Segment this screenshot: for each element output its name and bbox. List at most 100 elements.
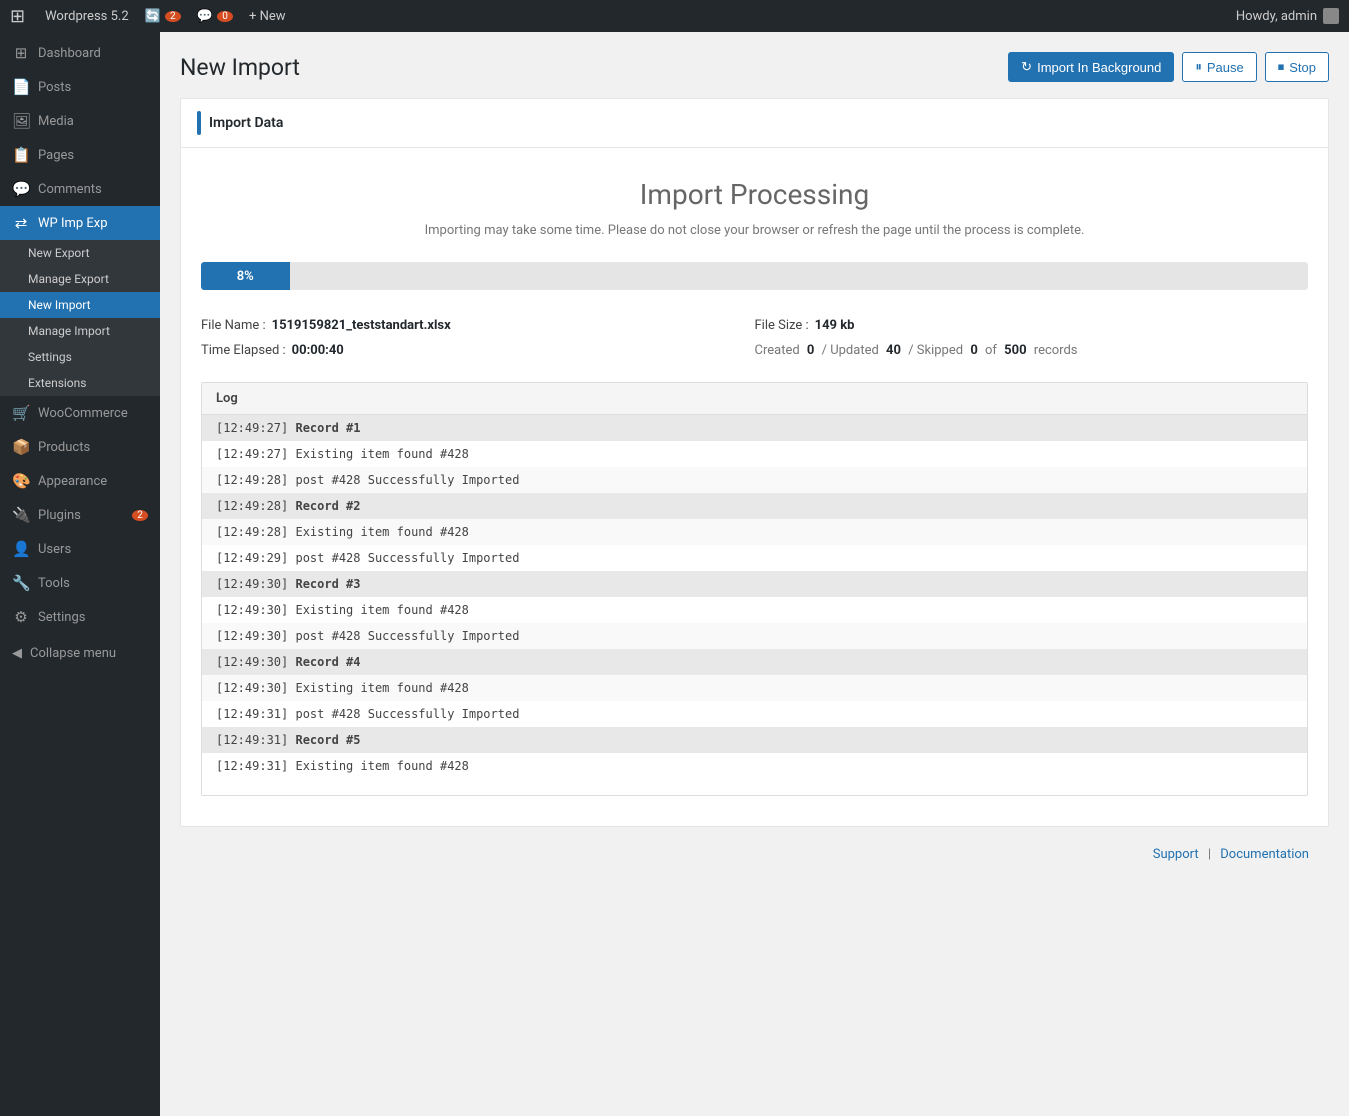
card-header: Import Data bbox=[181, 99, 1328, 148]
log-body[interactable]: [12:49:27] Record #1[12:49:27] Existing … bbox=[202, 415, 1307, 795]
log-container: Log [12:49:27] Record #1[12:49:27] Exist… bbox=[201, 382, 1308, 796]
page-header: New Import ↻ Import In Background ⏸ Paus… bbox=[180, 52, 1329, 82]
pause-icon: ⏸ bbox=[1195, 59, 1202, 75]
progress-bar-container: 8% bbox=[201, 262, 1308, 290]
settings-icon: ⚙ bbox=[12, 608, 30, 626]
file-name-row: File Name : 1519159821_teststandart.xlsx bbox=[201, 318, 755, 333]
sidebar-label-woocommerce: WooCommerce bbox=[38, 406, 128, 421]
sidebar-item-comments[interactable]: 💬 Comments bbox=[0, 172, 160, 206]
created-label: Created bbox=[755, 343, 803, 358]
log-entry: [12:49:30] Record #4 bbox=[202, 649, 1307, 675]
sidebar-item-settings[interactable]: ⚙ Settings bbox=[0, 600, 160, 634]
updates-icon: 🔄 bbox=[145, 9, 161, 24]
wp-logo-icon: ⊞ bbox=[10, 6, 25, 27]
collapse-icon: ◀ bbox=[12, 646, 22, 661]
sidebar-label-manage-export: Manage Export bbox=[28, 272, 109, 286]
updated-separator: / Updated bbox=[818, 343, 882, 358]
header-buttons: ↻ Import In Background ⏸ Pause ⏹ Stop bbox=[1008, 52, 1329, 82]
sidebar-item-new-export[interactable]: New Export bbox=[0, 240, 160, 266]
sidebar-item-appearance[interactable]: 🎨 Appearance bbox=[0, 464, 160, 498]
wp-imp-exp-icon: ⇄ bbox=[12, 214, 30, 232]
posts-icon: 📄 bbox=[12, 78, 30, 96]
file-name-value: 1519159821_teststandart.xlsx bbox=[272, 318, 451, 333]
new-content-item[interactable]: + New bbox=[249, 9, 286, 24]
sidebar-item-media[interactable]: 🖼 Media bbox=[0, 104, 160, 138]
log-entry: [12:49:30] post #428 Successfully Import… bbox=[202, 623, 1307, 649]
sidebar-label-users: Users bbox=[38, 542, 71, 557]
support-link[interactable]: Support bbox=[1153, 847, 1199, 862]
comments-item[interactable]: 💬 0 bbox=[197, 9, 233, 24]
sidebar-label-appearance: Appearance bbox=[38, 474, 107, 489]
sidebar-item-plugins[interactable]: 🔌 Plugins 2 bbox=[0, 498, 160, 532]
comments-nav-icon: 💬 bbox=[12, 180, 30, 198]
sidebar-item-users[interactable]: 👤 Users bbox=[0, 532, 160, 566]
updates-item[interactable]: 🔄 2 bbox=[145, 9, 181, 24]
sidebar-item-posts[interactable]: 📄 Posts bbox=[0, 70, 160, 104]
log-entry: [12:49:29] post #428 Successfully Import… bbox=[202, 545, 1307, 571]
file-size-value: 149 kb bbox=[815, 318, 855, 333]
import-processing-title: Import Processing bbox=[201, 178, 1308, 211]
log-title: Log bbox=[216, 391, 238, 406]
log-entry: [12:49:31] Existing item found #428 bbox=[202, 753, 1307, 779]
sidebar-submenu-wp-imp-exp: New Export Manage Export New Import Mana… bbox=[0, 240, 160, 396]
sidebar-wp-imp-section: ⇄ WP Imp Exp New Export Manage Export Ne… bbox=[0, 206, 160, 396]
sidebar-main-nav: ⊞ Dashboard 📄 Posts 🖼 Media 📋 Pages 💬 Co… bbox=[0, 32, 160, 638]
documentation-link[interactable]: Documentation bbox=[1220, 847, 1309, 862]
tools-icon: 🔧 bbox=[12, 574, 30, 592]
records-stats-row: Created 0 / Updated 40 / Skipped 0 of 50… bbox=[755, 343, 1309, 358]
log-entry: [12:49:28] Existing item found #428 bbox=[202, 519, 1307, 545]
updated-value: 40 bbox=[886, 343, 901, 358]
new-label: + New bbox=[249, 9, 286, 24]
sidebar-item-dashboard[interactable]: ⊞ Dashboard bbox=[0, 36, 160, 70]
comments-badge: 0 bbox=[217, 11, 233, 22]
sidebar-label-dashboard: Dashboard bbox=[38, 46, 101, 61]
progress-label: 8% bbox=[237, 269, 254, 284]
pause-button[interactable]: ⏸ Pause bbox=[1182, 52, 1256, 82]
import-background-button[interactable]: ↻ Import In Background bbox=[1008, 52, 1174, 82]
log-entry: [12:49:31] post #428 Successfully Import… bbox=[202, 701, 1307, 727]
footer-separator: | bbox=[1208, 847, 1211, 862]
sidebar-item-woocommerce[interactable]: 🛒 WooCommerce bbox=[0, 396, 160, 430]
log-entry: [12:49:30] Existing item found #428 bbox=[202, 597, 1307, 623]
sidebar-item-tools[interactable]: 🔧 Tools bbox=[0, 566, 160, 600]
stop-button[interactable]: ⏹ Stop bbox=[1265, 52, 1329, 82]
skipped-value: 0 bbox=[970, 343, 977, 358]
import-card: Import Data Import Processing Importing … bbox=[180, 98, 1329, 827]
sidebar-item-pages[interactable]: 📋 Pages bbox=[0, 138, 160, 172]
total-value: 500 bbox=[1004, 343, 1026, 358]
time-elapsed-row: Time Elapsed : 00:00:40 bbox=[201, 343, 755, 358]
sidebar-label-settings-sub: Settings bbox=[28, 350, 72, 364]
site-name-item[interactable]: Wordpress 5.2 bbox=[45, 9, 129, 24]
sidebar-item-extensions[interactable]: Extensions bbox=[0, 370, 160, 396]
dashboard-icon: ⊞ bbox=[12, 44, 30, 62]
file-size-row: File Size : 149 kb bbox=[755, 318, 1309, 333]
log-entry: [12:49:28] Record #2 bbox=[202, 493, 1307, 519]
records-stats: Created 0 / Updated 40 / Skipped 0 of 50… bbox=[755, 343, 1078, 358]
main-content: New Import ↻ Import In Background ⏸ Paus… bbox=[160, 32, 1349, 1116]
sidebar-item-settings-sub[interactable]: Settings bbox=[0, 344, 160, 370]
sidebar-label-pages: Pages bbox=[38, 148, 74, 163]
sidebar-label-manage-import: Manage Import bbox=[28, 324, 110, 338]
updates-badge: 2 bbox=[165, 11, 181, 22]
sidebar-label-posts: Posts bbox=[38, 80, 71, 95]
of-separator: of bbox=[982, 343, 1000, 358]
sidebar: ⊞ Dashboard 📄 Posts 🖼 Media 📋 Pages 💬 Co… bbox=[0, 32, 160, 1116]
media-icon: 🖼 bbox=[12, 112, 30, 130]
import-processing-subtitle: Importing may take some time. Please do … bbox=[201, 223, 1308, 238]
sidebar-item-manage-export[interactable]: Manage Export bbox=[0, 266, 160, 292]
sidebar-item-new-import[interactable]: New Import bbox=[0, 292, 160, 318]
sidebar-item-wp-imp-exp[interactable]: ⇄ WP Imp Exp bbox=[0, 206, 160, 240]
howdy-text: Howdy, admin bbox=[1236, 9, 1317, 24]
sidebar-label-tools: Tools bbox=[38, 576, 70, 591]
sidebar-item-products[interactable]: 📦 Products bbox=[0, 430, 160, 464]
stop-label: Stop bbox=[1289, 60, 1316, 75]
sidebar-item-manage-import[interactable]: Manage Import bbox=[0, 318, 160, 344]
sidebar-label-new-export: New Export bbox=[28, 246, 90, 260]
log-entry: [12:49:30] Record #3 bbox=[202, 571, 1307, 597]
products-icon: 📦 bbox=[12, 438, 30, 456]
file-info-grid: File Name : 1519159821_teststandart.xlsx… bbox=[201, 318, 1308, 358]
page-title: New Import bbox=[180, 54, 300, 81]
collapse-label: Collapse menu bbox=[30, 646, 116, 661]
collapse-menu-button[interactable]: ◀ Collapse menu bbox=[0, 638, 160, 669]
sidebar-label-settings: Settings bbox=[38, 610, 85, 625]
